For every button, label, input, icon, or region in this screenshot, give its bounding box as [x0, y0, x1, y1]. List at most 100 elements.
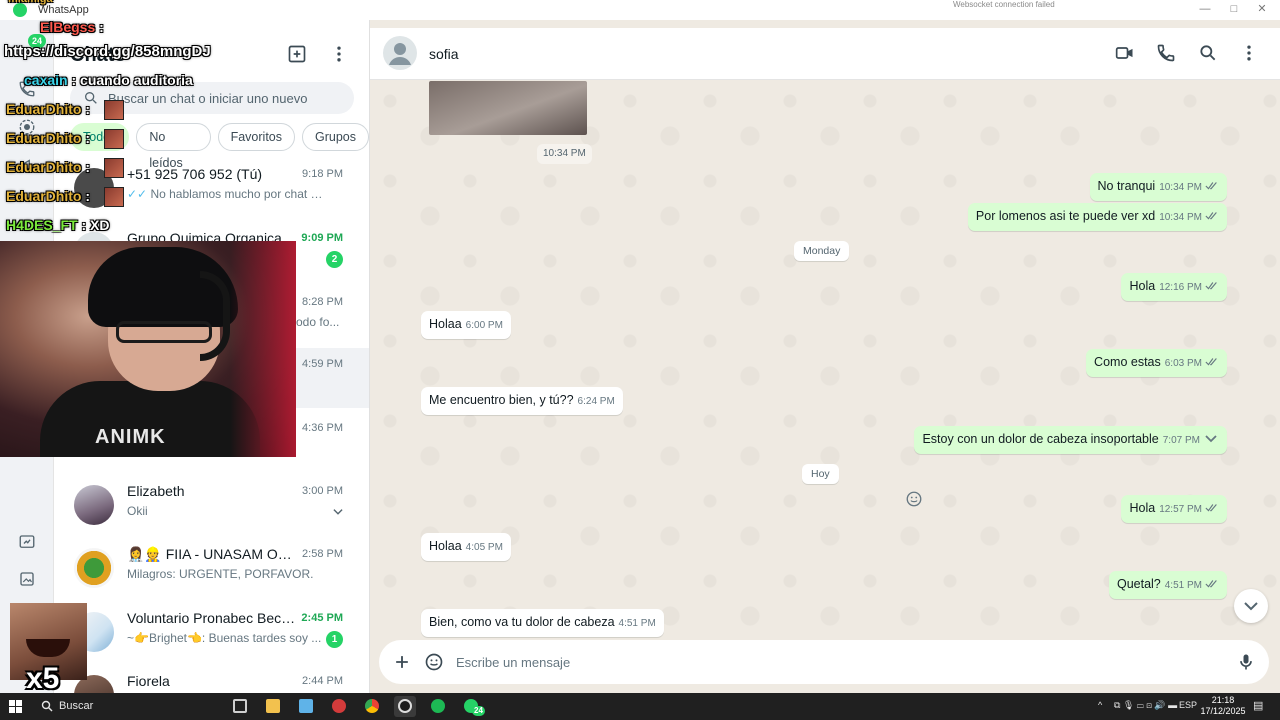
chat-time: 9:18 PM — [302, 168, 343, 180]
notepad-icon[interactable] — [295, 696, 317, 717]
emoji-reaction-icon[interactable] — [905, 490, 923, 508]
chat-list-menu-icon[interactable] — [329, 44, 349, 64]
clock-time: 21:18 — [1211, 695, 1235, 705]
chat-item-pronabec[interactable]: Voluntario Pronabec Beca 1... 2:45 PM ~👉… — [54, 602, 369, 666]
obs-icon[interactable] — [394, 696, 416, 717]
message-incoming[interactable]: Holaa 4:05 PM — [421, 533, 511, 561]
media-gallery-icon[interactable] — [18, 570, 36, 588]
webcam-shirt-text: ANIMK — [95, 426, 166, 448]
taskbar-clock[interactable]: 21:18 17/12/2025 — [1200, 695, 1246, 717]
unread-badge: 1 — [326, 631, 343, 648]
message-composer — [370, 639, 1280, 693]
tray-icons[interactable]: ⧉ 🎙 ▭ ⊡ 🔊 ▬ — [1114, 700, 1177, 711]
microphone-icon[interactable] — [1236, 652, 1256, 672]
video-call-icon[interactable] — [1115, 43, 1135, 63]
conversation-menu-icon[interactable] — [1239, 43, 1259, 63]
message-time: 12:16 PM — [1159, 282, 1202, 293]
taskbar-search-label: Buscar — [59, 700, 94, 712]
avatar — [74, 548, 114, 588]
message-incoming[interactable]: Holaa 6:00 PM — [421, 311, 511, 339]
chat-name: Fiorela — [127, 673, 170, 689]
taskbar-search[interactable]: Buscar — [33, 696, 223, 717]
input-language[interactable]: ESP — [1179, 700, 1197, 710]
channels-icon[interactable] — [18, 156, 36, 174]
meme-mouth — [26, 639, 70, 657]
message-list[interactable]: 10:34 PM No tranqui 10:34 PM Por lomenos … — [370, 81, 1280, 639]
webcam-headset — [200, 271, 230, 361]
search-bar — [70, 82, 354, 114]
notifications-icon[interactable]: ▤ — [1253, 699, 1263, 712]
message-input[interactable] — [456, 640, 1216, 684]
windows-start-icon[interactable] — [9, 700, 22, 713]
search-input[interactable] — [108, 82, 348, 114]
message-text: Estoy con un dolor de cabeza insoportabl… — [922, 432, 1159, 446]
image-message[interactable] — [429, 81, 587, 135]
message-outgoing[interactable]: No tranqui 10:34 PM — [1089, 173, 1227, 201]
maximize-icon[interactable]: □ — [1224, 1, 1244, 17]
chat-time: 4:59 PM — [302, 358, 343, 370]
chat-name: +51 925 706 952 (Tú) — [127, 166, 263, 182]
chevron-down-icon[interactable] — [1203, 434, 1219, 444]
filter-all[interactable]: Todos — [70, 123, 130, 151]
read-ticks-icon — [1205, 212, 1217, 220]
message-text: Como estas — [1094, 355, 1161, 369]
contact-avatar[interactable] — [383, 36, 417, 70]
message-text: No tranqui — [1097, 179, 1156, 193]
chat-list-title: Chats — [70, 44, 126, 66]
file-explorer-icon[interactable] — [262, 696, 284, 717]
task-view-icon[interactable] — [229, 696, 251, 717]
chat-time: 3:00 PM — [302, 485, 343, 497]
calls-icon[interactable] — [18, 80, 36, 98]
message-incoming[interactable]: Bien, como va tu dolor de cabeza 4:51 PM — [421, 609, 664, 637]
status-icon[interactable] — [18, 118, 36, 136]
tray-chevron-up-icon[interactable]: ^ — [1098, 700, 1102, 710]
avatar — [74, 168, 114, 208]
message-outgoing[interactable]: Hola 12:57 PM — [1121, 495, 1227, 523]
filter-unread[interactable]: No leídos — [136, 123, 211, 170]
starred-messages-icon[interactable] — [18, 533, 36, 551]
chat-name: 👩‍⚕️👷 FIIA - UNASAM OFICI... — [127, 546, 297, 562]
chat-preview: ~👉Brighet👈: Buenas tardes soy ... — [127, 631, 322, 645]
message-text: Quetal? — [1116, 577, 1161, 591]
scroll-to-bottom-button[interactable] — [1234, 589, 1268, 623]
message-time: 4:51 PM — [618, 618, 656, 629]
app-red-icon[interactable] — [328, 696, 350, 717]
message-text: Hola — [1129, 501, 1156, 515]
taskbar-badge: 24 — [472, 706, 485, 716]
search-messages-icon[interactable] — [1198, 43, 1218, 63]
minimize-icon[interactable]: — — [1195, 1, 1215, 17]
filter-groups[interactable]: Grupos — [302, 123, 369, 151]
emoji-sticker-icon[interactable] — [424, 652, 444, 672]
new-chat-icon[interactable] — [287, 44, 307, 64]
chat-time: 2:44 PM — [302, 675, 343, 687]
message-outgoing[interactable]: Quetal? 4:51 PM — [1108, 571, 1227, 599]
close-icon[interactable]: ✕ — [1252, 1, 1272, 17]
chat-preview: odo fo... — [296, 315, 340, 329]
message-time: 4:05 PM — [465, 542, 503, 553]
title-bar: WhatsApp Websocket connection failed — □… — [0, 0, 1280, 20]
chat-item-fiia-unasam[interactable]: 👩‍⚕️👷 FIIA - UNASAM OFICI... 2:58 PM Mil… — [54, 538, 369, 602]
message-outgoing[interactable]: Por lomenos asi te puede ver xd 10:34 PM — [967, 203, 1227, 231]
connection-status: Websocket connection failed — [953, 0, 1055, 9]
message-outgoing[interactable]: Como estas 6:03 PM — [1086, 349, 1227, 377]
chat-item-self[interactable]: +51 925 706 952 (Tú) 9:18 PM ✓✓ No habla… — [54, 158, 369, 222]
whatsapp-taskbar-icon[interactable]: 24 — [460, 696, 485, 717]
message-outgoing[interactable]: Hola 12:16 PM — [1121, 273, 1227, 301]
voice-call-icon[interactable] — [1156, 43, 1176, 63]
conversation-header[interactable]: sofia — [370, 28, 1280, 80]
message-incoming[interactable]: Me encuentro bien, y tú?? 6:24 PM — [421, 387, 623, 415]
chevron-down-icon[interactable] — [331, 505, 345, 519]
conversation-panel: sofia 10:34 PM No tranqui 10:34 PM Por lo… — [370, 20, 1280, 693]
chat-item-elizabeth[interactable]: Elizabeth 3:00 PM Okii — [54, 475, 369, 539]
message-text: Me encuentro bien, y tú?? — [429, 393, 574, 407]
filter-favorites[interactable]: Favoritos — [217, 123, 295, 151]
chrome-icon[interactable] — [361, 696, 383, 717]
chat-time: 8:28 PM — [302, 296, 343, 308]
attach-plus-icon[interactable] — [392, 652, 412, 672]
message-time: 6:00 PM — [465, 320, 503, 331]
message-outgoing[interactable]: Estoy con un dolor de cabeza insoportabl… — [914, 426, 1227, 454]
spotify-icon[interactable] — [427, 696, 449, 717]
meme-caption: x5 — [26, 662, 60, 695]
avatar — [74, 485, 114, 525]
chat-item-fiorela[interactable]: Fiorela 2:44 PM — [54, 665, 369, 693]
